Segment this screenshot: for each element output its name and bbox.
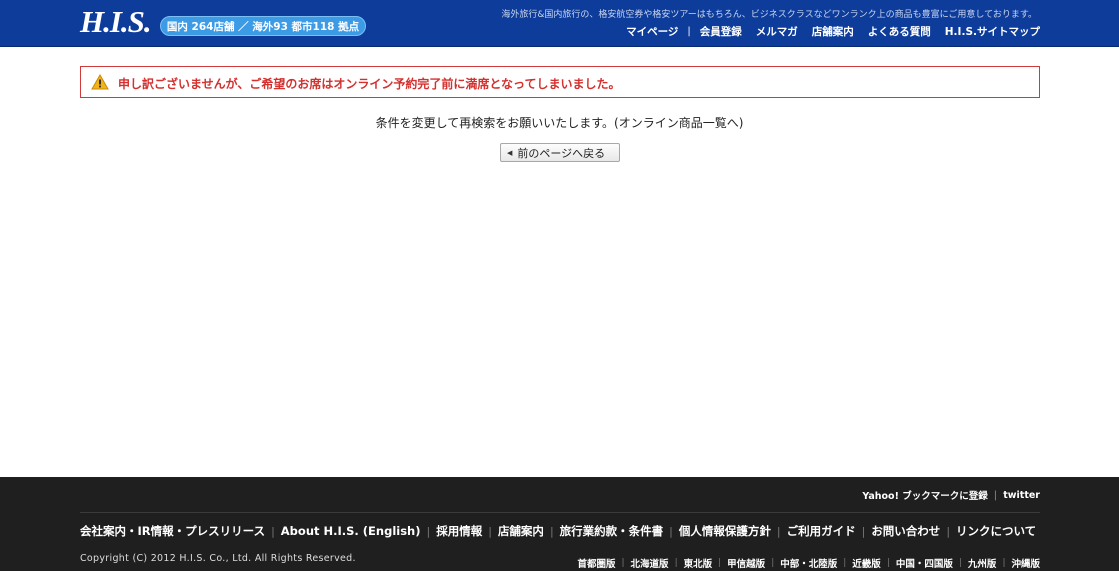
footer-link-terms[interactable]: 旅行業約款・条件書: [560, 523, 664, 539]
header-tagline: 海外旅行&国内旅行の、格安航空券や格安ツアーはもちろん、ビジネスクラスなどワンラ…: [501, 10, 1037, 20]
region-link-chugoku[interactable]: 中国・四国版: [896, 556, 953, 570]
footer-separator: |: [549, 524, 554, 538]
nav-separator: |: [687, 26, 691, 37]
region-link-kinki[interactable]: 近畿版: [852, 556, 881, 570]
footer-separator: |: [776, 524, 781, 538]
footer-link-company[interactable]: 会社案内・IR情報・プレスリリース: [80, 523, 265, 539]
nav-member-register[interactable]: 会員登録: [700, 24, 742, 39]
footer-separator: |: [669, 524, 673, 538]
footer-link-recruit[interactable]: 採用情報: [436, 523, 482, 539]
warning-icon: [91, 74, 109, 90]
footer-separator: |: [886, 558, 890, 568]
footer-link-english[interactable]: About H.I.S. (English): [281, 524, 421, 538]
footer-separator: |: [946, 524, 951, 538]
region-link-tohoku[interactable]: 東北版: [684, 556, 713, 570]
region-link-hokkaido[interactable]: 北海道版: [631, 556, 669, 570]
footer-separator: |: [1002, 558, 1006, 568]
footer-link-linking[interactable]: リンクについて: [956, 523, 1036, 539]
region-link-chubu[interactable]: 中部・北陸版: [780, 556, 837, 570]
nav-sitemap[interactable]: H.I.S.サイトマップ: [945, 24, 1040, 39]
footer-link-privacy[interactable]: 個人情報保護方針: [679, 523, 771, 539]
region-link-shutoken[interactable]: 首都圏版: [577, 556, 615, 570]
footer-top-links: Yahoo! ブックマークに登録 | twitter: [862, 488, 1040, 503]
footer-separator: |: [488, 524, 492, 538]
footer-region-links: 首都圏版 | 北海道版 | 東北版 | 甲信越版 | 中部・北陸版 | 近畿版 …: [577, 556, 1040, 570]
research-message: 条件を変更して再検索をお願いいたします。(オンライン商品一覧へ): [375, 116, 744, 130]
nav-mypage[interactable]: マイページ: [626, 24, 678, 39]
footer-links: 会社案内・IR情報・プレスリリース | About H.I.S. (Englis…: [80, 523, 1036, 539]
footer-separator: |: [271, 524, 275, 538]
footer-separator: |: [958, 558, 962, 568]
left-arrow-icon: ◀: [507, 148, 513, 157]
nav-store-guide[interactable]: 店舗案内: [812, 24, 854, 39]
footer-separator: |: [621, 558, 625, 568]
footer-link-contact[interactable]: お問い合わせ: [871, 523, 940, 539]
region-link-koshinetsu[interactable]: 甲信越版: [727, 556, 765, 570]
region-link-okinawa[interactable]: 沖縄版: [1011, 556, 1040, 570]
footer-link-guide[interactable]: ご利用ガイド: [787, 523, 856, 539]
footer-divider: [80, 512, 1040, 513]
site-header: H.I.S. 国内 264店舗 ／ 海外93 都市118 拠点 海外旅行&国内旅…: [0, 0, 1119, 47]
error-text: 申し訳ございませんが、ご希望のお席はオンライン予約完了前に満席となってしまいまし…: [118, 77, 621, 91]
footer-separator: |: [718, 558, 722, 568]
site-footer: Yahoo! ブックマークに登録 | twitter 会社案内・IR情報・プレス…: [0, 477, 1119, 571]
footer-separator: |: [843, 558, 847, 568]
footer-separator: |: [426, 524, 431, 538]
region-link-kyushu[interactable]: 九州版: [968, 556, 997, 570]
store-count-badge: 国内 264店舗 ／ 海外93 都市118 拠点: [160, 16, 366, 36]
back-button-label: 前のページへ戻る: [517, 146, 606, 160]
copyright: Copyright (C) 2012 H.I.S. Co., Ltd. All …: [80, 553, 356, 564]
footer-separator: |: [674, 558, 678, 568]
back-button[interactable]: ◀ 前のページへ戻る: [500, 143, 620, 162]
footer-separator: |: [861, 524, 866, 538]
twitter-link[interactable]: twitter: [1003, 490, 1040, 501]
footer-separator: |: [771, 558, 775, 568]
nav-mail-magazine[interactable]: メルマガ: [756, 24, 798, 39]
nav-faq[interactable]: よくある質問: [868, 24, 931, 39]
his-logo[interactable]: H.I.S.: [80, 5, 158, 39]
top-nav: マイページ | 会員登録 メルマガ 店舗案内 よくある質問 H.I.S.サイトマ…: [612, 24, 1040, 39]
footer-separator: |: [993, 489, 998, 501]
yahoo-bookmark-link[interactable]: Yahoo! ブックマークに登録: [862, 488, 987, 502]
error-message-box: 申し訳ございませんが、ご希望のお席はオンライン予約完了前に満席となってしまいまし…: [80, 66, 1040, 98]
footer-link-stores[interactable]: 店舗案内: [498, 523, 544, 539]
